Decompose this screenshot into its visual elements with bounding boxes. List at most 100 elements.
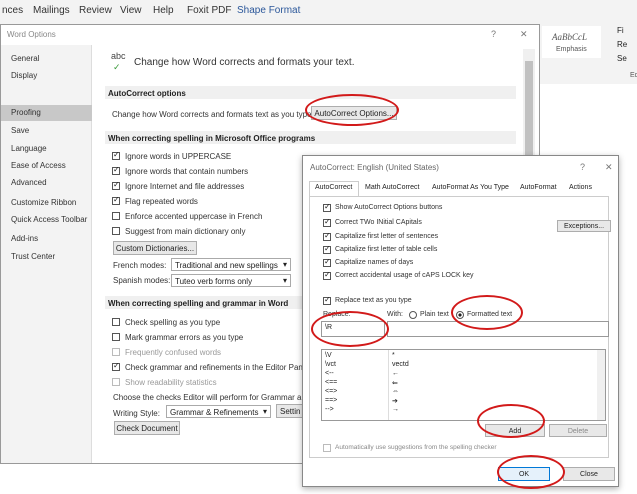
french-modes-label: French modes: [113, 261, 167, 270]
checkbox-caps-lock[interactable] [323, 270, 331, 280]
tab-references[interactable]: nces [2, 5, 23, 16]
abc-icon: abc [111, 51, 126, 61]
checkbox-confused-words[interactable] [112, 348, 120, 356]
spanish-modes-select[interactable]: Tuteo verb forms only [171, 274, 291, 287]
label-flag-repeated: Flag repeated words [125, 197, 198, 206]
annotation-circle-add [477, 404, 545, 438]
label-ignore-uppercase: Ignore words in UPPERCASE [125, 152, 232, 161]
checkbox-replace-as-type[interactable] [323, 295, 331, 305]
styles-gallery: AaBbCcL Emphasis Fi Re Se Ed [540, 24, 637, 84]
find-label[interactable]: Fi [617, 26, 624, 35]
help-icon[interactable]: ? [491, 29, 496, 39]
label-mark-grammar: Mark grammar errors as you type [125, 333, 244, 342]
label-ignore-internet: Ignore Internet and file addresses [125, 182, 245, 191]
checkbox-ignore-uppercase[interactable] [112, 150, 120, 160]
tab-foxit-pdf[interactable]: Foxit PDF [187, 5, 231, 16]
close-icon[interactable]: ✕ [605, 162, 613, 173]
sidebar-item-ease-of-access[interactable]: Ease of Access [11, 161, 66, 170]
replace-label[interactable]: Re [617, 40, 627, 49]
checkbox-mark-grammar[interactable] [112, 333, 120, 341]
checkbox-capitalize-days[interactable] [323, 257, 331, 267]
list-item[interactable]: \V * [323, 352, 605, 361]
sidebar-item-language[interactable]: Language [11, 144, 47, 153]
label-replace-as-type: Replace text as you type [335, 297, 412, 304]
editing-group-label: Ed [630, 72, 637, 79]
list-item[interactable]: --> → [323, 406, 605, 415]
close-icon[interactable]: ✕ [520, 29, 528, 40]
list-item[interactable]: <-- ← [323, 370, 605, 379]
list-item[interactable]: <=> ⇔ [323, 388, 605, 397]
checkbox-ignore-internet[interactable] [112, 180, 120, 190]
writing-style-select[interactable]: Grammar & Refinements [166, 405, 271, 418]
annotation-circle-formatted [451, 295, 523, 330]
sidebar-item-advanced[interactable]: Advanced [11, 178, 47, 187]
list-item[interactable]: ==> ➔ [323, 397, 605, 406]
checkbox-capitalize-cells[interactable] [323, 244, 331, 254]
checkbox-auto-suggest[interactable] [323, 444, 331, 452]
delete-button[interactable]: Delete [549, 424, 607, 437]
tab-math-autocorrect[interactable]: Math AutoCorrect [365, 184, 419, 191]
list-scrollbar[interactable] [597, 350, 605, 420]
label-enforce-french: Enforce accented uppercase in French [125, 212, 263, 221]
label-capitalize-cells: Capitalize first letter of table cells [335, 246, 438, 253]
french-modes-select[interactable]: Traditional and new spellings [171, 258, 291, 271]
checkbox-enforce-french[interactable] [112, 212, 120, 220]
close-button[interactable]: Close [563, 467, 615, 481]
checkbox-main-dictionary[interactable] [112, 227, 120, 235]
checkbox-flag-repeated[interactable] [112, 195, 120, 205]
checkbox-show-buttons[interactable] [323, 202, 331, 212]
dialog-title: AutoCorrect: English (United States) [310, 163, 439, 172]
custom-dictionaries-button[interactable]: Custom Dictionaries... [113, 241, 197, 255]
check-document-button[interactable]: Check Document [114, 421, 180, 435]
label-correct-two-initial: Correct TWo INitial CApitals [335, 219, 422, 226]
label-editor-pane: Check grammar and refinements in the Edi… [125, 363, 308, 372]
annotation-circle-autocorrect [305, 94, 399, 126]
sidebar-item-save[interactable]: Save [11, 126, 29, 135]
checkmark-icon: ✓ [113, 62, 121, 72]
choose-checks-text: Choose the checks Editor will perform fo… [113, 393, 311, 402]
tab-review[interactable]: Review [79, 5, 112, 16]
sidebar-item-general[interactable]: General [11, 54, 39, 63]
sidebar-item-proofing[interactable]: Proofing [11, 108, 41, 117]
style-emphasis[interactable]: AaBbCcL Emphasis [542, 26, 601, 58]
sidebar-item-quick-access-toolbar[interactable]: Quick Access Toolbar [11, 215, 87, 224]
exceptions-button[interactable]: Exceptions... [557, 220, 611, 232]
sidebar-item-trust-center[interactable]: Trust Center [11, 252, 55, 261]
list-item[interactable]: \vct vectd [323, 361, 605, 370]
page-heading: Change how Word corrects and formats you… [134, 57, 355, 68]
tab-autoformat-as-you-type[interactable]: AutoFormat As You Type [432, 184, 509, 191]
checkbox-check-spelling[interactable] [112, 318, 120, 326]
annotation-circle-ok [497, 455, 565, 489]
entries-list[interactable]: \V * \vct vectd <-- ← <== ⇐ <=> ⇔ ==> ➔ --> → [321, 349, 606, 421]
tab-view[interactable]: View [120, 5, 142, 16]
options-sidebar: General Display Proofing Save Language E… [1, 45, 92, 463]
sidebar-item-add-ins[interactable]: Add-ins [11, 234, 38, 243]
sidebar-item-display[interactable]: Display [11, 71, 37, 80]
radio-plain-text[interactable] [409, 311, 417, 319]
select-label[interactable]: Se [617, 54, 627, 63]
checkbox-capitalize-sentences[interactable] [323, 231, 331, 241]
checkbox-editor-pane[interactable] [112, 361, 120, 371]
tab-autoformat[interactable]: AutoFormat [520, 184, 557, 191]
writing-style-label: Writing Style: [113, 409, 160, 418]
help-icon[interactable]: ? [580, 162, 585, 172]
checkbox-ignore-numbers[interactable] [112, 165, 120, 175]
section-autocorrect-options: AutoCorrect options [105, 86, 516, 99]
tab-actions[interactable]: Actions [569, 184, 592, 191]
list-item[interactable]: <== ⇐ [323, 379, 605, 388]
label-confused-words: Frequently confused words [125, 348, 222, 357]
checkbox-correct-two-initial[interactable] [323, 217, 331, 227]
autocorrect-description: Change how Word corrects and formats tex… [112, 110, 314, 119]
tab-shape-format[interactable]: Shape Format [237, 5, 300, 16]
sidebar-item-customize-ribbon[interactable]: Customize Ribbon [11, 198, 76, 207]
checkbox-readability[interactable] [112, 378, 120, 386]
label-show-buttons: Show AutoCorrect Options buttons [335, 204, 443, 211]
with-label: With: [387, 311, 403, 318]
label-main-dictionary: Suggest from main dictionary only [125, 227, 246, 236]
ribbon-bar: nces Mailings Review View Help Foxit PDF… [0, 0, 637, 24]
label-caps-lock: Correct accidental usage of cAPS LOCK ke… [335, 272, 474, 279]
label-auto-suggest: Automatically use suggestions from the s… [335, 444, 497, 451]
tab-mailings[interactable]: Mailings [33, 5, 70, 16]
tab-autocorrect[interactable]: AutoCorrect [315, 184, 352, 191]
tab-help[interactable]: Help [153, 5, 174, 16]
